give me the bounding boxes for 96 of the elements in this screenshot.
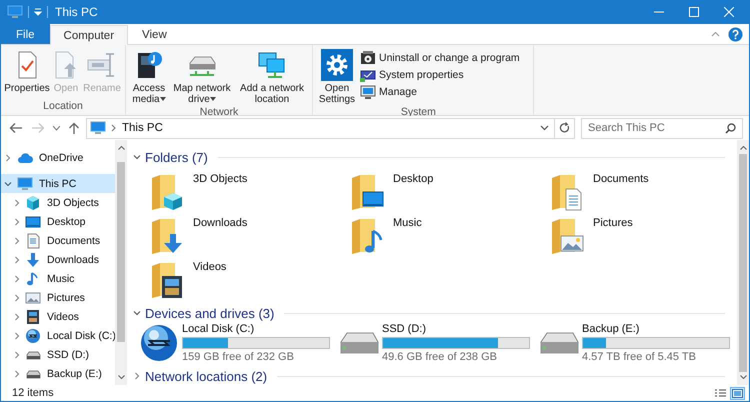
nav-pane-item[interactable]: Downloads — [1, 250, 115, 270]
ribbon-button[interactable]: System properties — [359, 66, 521, 83]
folder-item[interactable]: Documents — [545, 170, 655, 210]
up-arrow-icon[interactable] — [68, 122, 80, 135]
free-space-text: 49.6 GB free of 238 GB — [382, 351, 498, 364]
folder-item[interactable]: Pictures — [545, 214, 639, 254]
film-icon — [25, 308, 41, 325]
drive-name[interactable]: Backup (E:) — [582, 323, 730, 336]
ribbon-button[interactable]: Manage — [359, 83, 521, 100]
ribbon-group-label: Network — [200, 106, 238, 120]
nav-pane-item[interactable]: 3D Objects — [1, 193, 115, 212]
document-icon — [25, 232, 41, 249]
quick-access-dropdown-icon[interactable] — [34, 8, 42, 16]
folder-item[interactable]: 3D Objects — [145, 170, 254, 210]
free-space-text: 4.57 TB free of 5.45 TB — [582, 351, 697, 364]
scrollbar[interactable] — [737, 140, 749, 386]
scroll-up-icon[interactable] — [740, 146, 746, 150]
scrollbar-thumb[interactable] — [739, 154, 747, 372]
scroll-up-icon[interactable] — [118, 146, 124, 150]
computer-icon — [90, 121, 106, 136]
search-icon[interactable] — [725, 122, 736, 134]
address-bar[interactable]: This PC — [86, 118, 575, 139]
picture-icon — [25, 290, 41, 306]
nav-pane-item[interactable]: SSD (D:) — [1, 345, 115, 364]
ribbon-button[interactable]: Access media — [129, 47, 169, 106]
ribbon-button[interactable]: Add a network location — [235, 47, 309, 106]
chevron-icon[interactable] — [111, 124, 117, 132]
nav-pane-item[interactable]: This PC — [1, 174, 115, 194]
nav-pane-item[interactable]: Local Disk (C:) — [1, 326, 115, 346]
scroll-down-icon[interactable] — [118, 375, 124, 380]
group-title: Devices and drives (3) — [145, 306, 274, 321]
scrollbar[interactable] — [115, 140, 127, 386]
desktop-icon — [25, 214, 41, 230]
large-icons-view-icon — [732, 388, 743, 398]
group-title: Folders (7) — [145, 150, 208, 165]
hard-drive-icon — [339, 330, 379, 356]
status-text: 12 items — [12, 387, 54, 400]
back-arrow-icon[interactable] — [9, 122, 23, 134]
cube-folder-icon — [151, 173, 185, 212]
ribbon-button[interactable]: Properties — [4, 47, 50, 95]
picture-folder-icon — [551, 217, 585, 256]
nav-pane-item[interactable]: Desktop — [1, 212, 115, 232]
file-menu-tab[interactable]: File — [1, 24, 50, 44]
address-dropdown-icon[interactable] — [540, 125, 549, 132]
group-header[interactable]: Folders (7) — [131, 148, 737, 166]
ribbon-button[interactable]: Open Settings — [316, 47, 358, 106]
close-icon — [724, 7, 734, 17]
nav-pane-item[interactable]: Pictures — [1, 288, 115, 308]
nav-pane-item[interactable]: Documents — [1, 231, 115, 250]
folder-item[interactable]: Music — [345, 214, 428, 254]
folder-item[interactable]: Videos — [145, 258, 232, 298]
computer-icon — [17, 176, 33, 191]
drive-name[interactable]: Local Disk (C:) — [182, 323, 330, 336]
computer-icon — [7, 5, 23, 19]
globe-drive-icon — [139, 323, 179, 364]
search-field[interactable]: Search This PC — [581, 118, 743, 139]
nav-pane-item[interactable]: OneDrive — [1, 148, 115, 168]
ribbon-group-label: System — [400, 106, 436, 120]
nav-pane-item[interactable]: Music — [1, 269, 115, 288]
ribbon-tab[interactable]: Computer — [50, 25, 128, 45]
nav-pane-item[interactable]: Backup (E:) — [1, 364, 115, 384]
refresh-icon — [559, 122, 570, 134]
computer-icon — [360, 84, 376, 100]
group-header[interactable]: Network locations (2) — [131, 367, 737, 386]
film-folder-icon — [151, 261, 185, 300]
ribbon-button[interactable]: Map network drive — [170, 47, 234, 106]
cube-icon — [25, 194, 41, 211]
ribbon-group-label: Location — [43, 100, 83, 114]
desktop-folder-icon — [351, 173, 385, 212]
globe-disk-icon — [25, 328, 41, 344]
settings-icon — [321, 49, 353, 81]
cloud-icon — [17, 152, 33, 164]
ribbon-tab[interactable]: View — [128, 24, 181, 44]
ribbon-button[interactable]: Uninstall or change a program — [359, 49, 521, 66]
maximize-icon — [688, 7, 698, 17]
window-title: This PC — [55, 5, 98, 19]
free-space-text: 159 GB free of 232 GB — [182, 351, 295, 364]
help-icon[interactable] — [728, 26, 743, 42]
group-header[interactable]: Devices and drives (3) — [131, 304, 737, 322]
hard-drive-icon — [539, 330, 579, 356]
download-arrow-icon — [25, 252, 41, 268]
recent-locations-icon[interactable] — [53, 126, 60, 131]
folder-item[interactable]: Desktop — [345, 170, 440, 210]
nav-pane-item[interactable]: Videos — [1, 307, 115, 326]
scroll-down-icon[interactable] — [740, 375, 746, 380]
music-folder-icon — [351, 217, 385, 256]
collapse-ribbon-icon[interactable] — [711, 31, 720, 37]
scrollbar-thumb[interactable] — [117, 162, 125, 342]
folder-item[interactable]: Downloads — [145, 214, 254, 254]
details-view-icon — [715, 388, 726, 398]
group-title: Network locations (2) — [145, 368, 268, 384]
drive-name[interactable]: SSD (D:) — [382, 323, 530, 336]
view-toggle-button[interactable] — [730, 386, 745, 400]
camera-box-icon — [360, 50, 376, 66]
breadcrumb[interactable]: This PC — [122, 122, 163, 134]
download-folder-icon — [151, 217, 185, 256]
